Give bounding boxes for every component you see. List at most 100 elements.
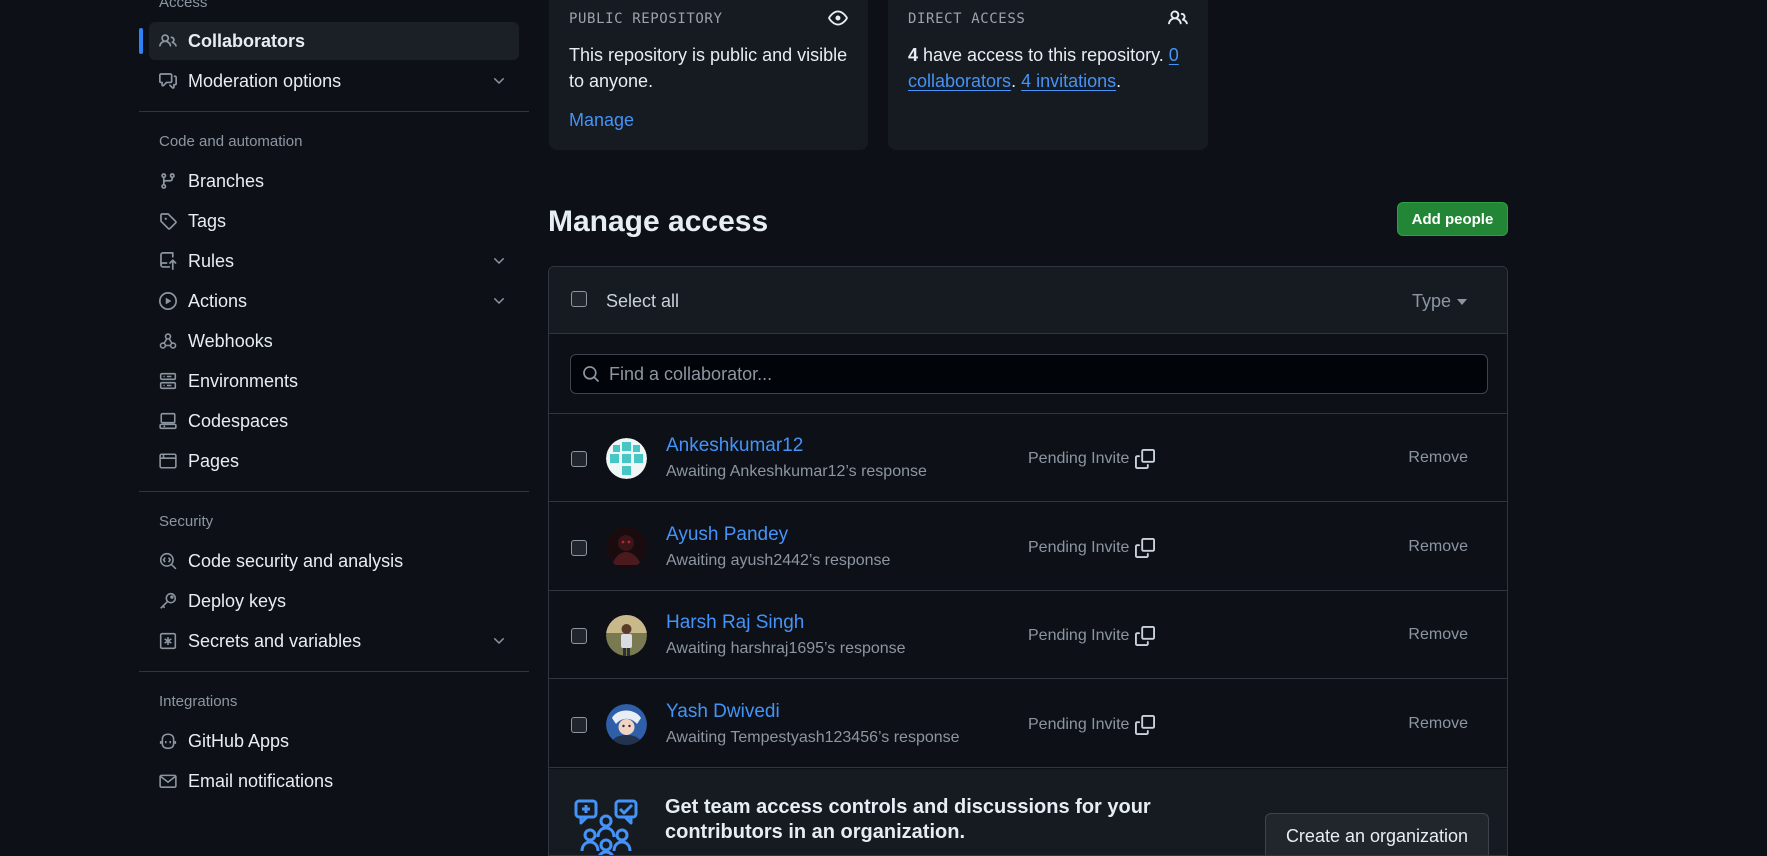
sidebar-item-label: Tags — [188, 210, 227, 231]
remove-button[interactable]: Remove — [1408, 715, 1468, 733]
collaborator-row: Ayush Pandey Awaiting ayush2442’s respon… — [549, 503, 1507, 591]
people-icon — [1168, 8, 1188, 28]
chevron-down-icon[interactable] — [491, 633, 507, 649]
avatar[interactable] — [606, 704, 647, 745]
row-checkbox[interactable] — [571, 451, 587, 467]
type-filter-label: Type — [1411, 291, 1451, 311]
copy-icon[interactable] — [1135, 715, 1156, 735]
sidebar-item-label: Actions — [188, 290, 248, 311]
sidebar-item-email-notifications[interactable]: Email notifications — [149, 762, 519, 800]
key-icon — [158, 591, 178, 611]
collaborator-name[interactable]: Yash Dwivedi — [666, 701, 780, 723]
avatar[interactable] — [606, 615, 647, 656]
play-icon — [158, 291, 178, 311]
create-organization-button[interactable]: Create an organization — [1265, 813, 1489, 855]
sidebar-item-tags[interactable]: Tags — [149, 202, 519, 240]
collaborator-name[interactable]: Ayush Pandey — [666, 524, 788, 546]
row-checkbox[interactable] — [571, 628, 587, 644]
card-caption: DIRECT ACCESS — [908, 11, 1026, 27]
sidebar-item-branches[interactable]: Branches — [149, 162, 519, 200]
remove-button[interactable]: Remove — [1408, 449, 1468, 467]
sidebar-item-pages[interactable]: Pages — [149, 442, 519, 480]
mail-icon — [158, 771, 178, 791]
invitations-link[interactable]: 4 invitations — [1021, 71, 1116, 91]
codespaces-icon — [158, 411, 178, 431]
sidebar-item-label: Collaborators — [188, 30, 306, 51]
copy-icon[interactable] — [1135, 449, 1156, 469]
section-title-integrations: Integrations — [159, 693, 238, 710]
collaborator-row: Harsh Raj Singh Awaiting harshraj1695’s … — [549, 591, 1507, 679]
collaborator-row: Yash Dwivedi Awaiting Tempestyash123456’… — [549, 680, 1507, 768]
chevron-down-icon[interactable] — [491, 73, 507, 89]
sidebar-item-github-apps[interactable]: GitHub Apps — [149, 722, 519, 760]
sidebar-item-label: Email notifications — [188, 770, 334, 791]
type-filter-dropdown[interactable]: Type — [1412, 291, 1467, 312]
collaborator-name[interactable]: Harsh Raj Singh — [666, 612, 804, 634]
search-row — [549, 334, 1507, 414]
row-checkbox[interactable] — [571, 717, 587, 733]
collaborators-link[interactable]: collaborators — [908, 71, 1011, 91]
row-checkbox[interactable] — [571, 540, 587, 556]
avatar[interactable] — [606, 527, 647, 568]
promo-text: Get team access controls and discussions… — [665, 796, 1151, 843]
webhook-icon — [158, 331, 178, 351]
sidebar-item-rules[interactable]: Rules — [149, 242, 519, 280]
sidebar-item-label: Rules — [188, 250, 235, 271]
sidebar-item-label: Code security and analysis — [188, 550, 404, 571]
page-title: Manage access — [548, 205, 769, 238]
collaborator-name[interactable]: Ankeshkumar12 — [666, 435, 803, 457]
select-all-label[interactable]: Select all — [606, 291, 679, 312]
remove-button[interactable]: Remove — [1408, 626, 1468, 644]
chevron-down-icon[interactable] — [491, 293, 507, 309]
card-text: . — [1116, 71, 1122, 91]
sidebar-item-label: Pages — [188, 450, 240, 471]
triangle-down-icon — [1457, 298, 1467, 305]
avatar[interactable] — [606, 438, 647, 479]
search-icon — [582, 365, 600, 383]
card-caption: PUBLIC REPOSITORY — [569, 11, 723, 27]
copilot-icon — [158, 731, 178, 751]
find-collaborator-input[interactable] — [609, 363, 1469, 385]
search-box — [570, 354, 1488, 394]
pending-invite: Pending Invite — [1028, 715, 1156, 735]
pending-invite-label: Pending Invite — [1028, 716, 1130, 733]
card-body: This repository is public and visible to… — [569, 42, 847, 133]
collaborator-status-text: Awaiting ayush2442’s response — [666, 552, 891, 569]
codescan-icon — [158, 551, 178, 571]
sidebar-item-label: Codespaces — [188, 410, 289, 431]
sidebar-item-secrets-variables[interactable]: Secrets and variables — [149, 622, 519, 660]
card-text: to anyone. — [569, 71, 654, 91]
settings-sidebar: Access Collaborators Moderation options … — [139, 0, 529, 845]
collaborator-status-text: Awaiting Tempestyash123456’s response — [666, 729, 960, 746]
sidebar-item-moderation-options[interactable]: Moderation options — [149, 62, 519, 100]
card-body: 4 have access to this repository. 0 coll… — [908, 42, 1198, 94]
chevron-down-icon[interactable] — [491, 253, 507, 269]
add-people-button[interactable]: Add people — [1397, 202, 1508, 236]
copy-icon[interactable] — [1135, 626, 1156, 646]
people-icon — [158, 31, 178, 51]
sidebar-item-webhooks[interactable]: Webhooks — [149, 322, 519, 360]
collaborators-count-link[interactable]: 0 — [1169, 45, 1179, 65]
sidebar-item-label: Moderation options — [188, 70, 342, 91]
direct-access-card: DIRECT ACCESS 4 have access to this repo… — [888, 0, 1208, 150]
git-branch-icon — [158, 171, 178, 191]
card-text: This repository is public and visible — [569, 45, 848, 65]
pending-invite-label: Pending Invite — [1028, 539, 1130, 556]
sidebar-item-collaborators[interactable]: Collaborators — [139, 22, 519, 60]
manage-visibility-link[interactable]: Manage — [569, 110, 634, 130]
sidebar-item-code-security[interactable]: Code security and analysis — [149, 542, 519, 580]
select-all-checkbox[interactable] — [571, 291, 587, 307]
sidebar-item-actions[interactable]: Actions — [149, 282, 519, 320]
collaborator-status-text: Awaiting harshraj1695’s response — [666, 640, 906, 657]
collaborator-status-text: Awaiting Ankeshkumar12’s response — [666, 463, 927, 480]
sidebar-item-environments[interactable]: Environments — [149, 362, 519, 400]
organization-promo: Get team access controls and discussions… — [549, 769, 1507, 855]
copy-icon[interactable] — [1135, 538, 1156, 558]
sidebar-item-codespaces[interactable]: Codespaces — [149, 402, 519, 440]
access-count: 4 — [908, 45, 919, 65]
section-title-code-automation: Code and automation — [159, 133, 303, 150]
sidebar-item-deploy-keys[interactable]: Deploy keys — [149, 582, 519, 620]
key-asterisk-icon — [158, 631, 178, 651]
remove-button[interactable]: Remove — [1408, 538, 1468, 556]
browser-icon — [158, 451, 178, 471]
